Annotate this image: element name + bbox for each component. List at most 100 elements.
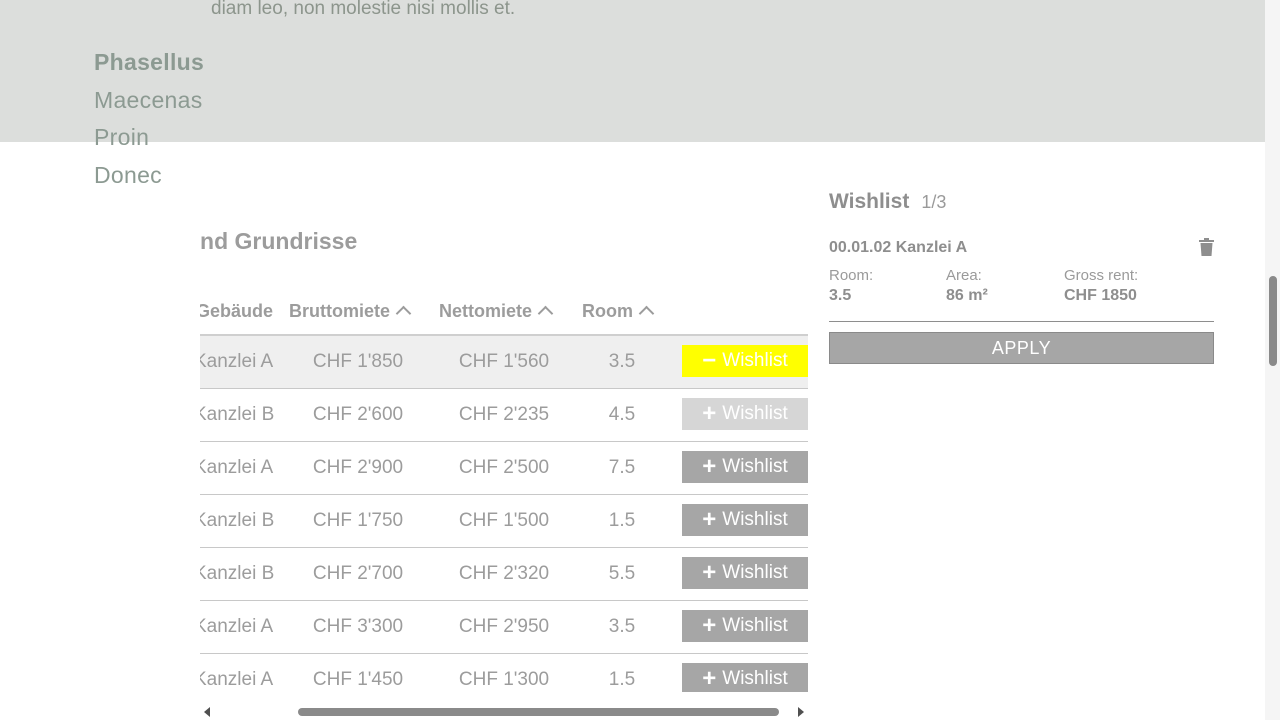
remove-from-wishlist-button[interactable]: − Wishlist (682, 345, 808, 377)
cell-bruttomiete: CHF 2'600 (312, 404, 404, 425)
wishlist-item-title: 00.01.02 Kanzlei A (829, 239, 968, 256)
table-row[interactable]: Kanzlei A CHF 1'850 CHF 1'560 3.5 − Wish… (200, 336, 808, 389)
cell-nettomiete: CHF 1'560 (458, 351, 550, 372)
nav-item-phasellus[interactable]: Phasellus (94, 44, 204, 82)
cell-bruttomiete: CHF 1'750 (312, 510, 404, 531)
add-to-wishlist-button[interactable]: + Wishlist (682, 451, 808, 483)
intro-text: diam leo, non molestie nisi mollis et. (211, 0, 516, 19)
cell-nettomiete: CHF 2'235 (458, 404, 550, 425)
cell-room: 3.5 (608, 616, 636, 637)
cell-room: 1.5 (608, 510, 636, 531)
cell-nettomiete: CHF 2'320 (458, 563, 550, 584)
wishlist-count: 1/3 (921, 192, 947, 212)
area-value: 86 m² (946, 287, 988, 304)
cell-building: Kanzlei A (200, 616, 274, 637)
table-row[interactable]: Kanzlei B CHF 2'700 CHF 2'320 5.5 + Wish… (200, 548, 808, 601)
wishlist-header: Wishlist 1/3 (829, 190, 1214, 214)
plus-icon: + (702, 665, 717, 692)
units-table[interactable]: Gebäude Bruttomiete Nettomiete Room Kanz… (200, 292, 808, 692)
col-header-nettomiete[interactable]: Nettomiete (439, 301, 554, 322)
add-to-wishlist-button[interactable]: + Wishlist (682, 398, 808, 430)
chevron-up-icon (395, 305, 412, 322)
wishlist-button-label: Wishlist (722, 350, 788, 371)
table-row[interactable]: Kanzlei A CHF 3'300 CHF 2'950 3.5 + Wish… (200, 601, 808, 654)
col-header-room-label: Room (582, 301, 633, 321)
wishlist-area-field: Area: 86 m² (946, 267, 988, 305)
cell-room: 5.5 (608, 563, 636, 584)
cell-bruttomiete: CHF 2'700 (312, 563, 404, 584)
add-to-wishlist-button[interactable]: + Wishlist (682, 557, 808, 589)
wishlist-panel: Wishlist 1/3 00.01.02 Kanzlei A Room: 3.5… (829, 190, 1214, 364)
chevron-up-icon (638, 305, 655, 322)
cell-nettomiete: CHF 1'500 (458, 510, 550, 531)
rent-label: Gross rent: (1064, 267, 1139, 284)
col-header-gebaeude-label: Gebäude (200, 301, 274, 321)
scroll-right-icon[interactable] (798, 707, 804, 717)
add-to-wishlist-button[interactable]: + Wishlist (682, 504, 808, 536)
plus-icon: + (702, 506, 717, 533)
rent-value: CHF 1850 (1064, 287, 1137, 304)
table-horizontal-scrollbar[interactable] (200, 704, 808, 720)
cell-building: Kanzlei A (200, 351, 274, 372)
table-row[interactable]: Kanzlei B CHF 2'600 CHF 2'235 4.5 + Wish… (200, 389, 808, 442)
apply-button[interactable]: APPLY (829, 332, 1214, 364)
wishlist-rent-field: Gross rent: CHF 1850 (1064, 267, 1138, 305)
plus-icon: + (702, 559, 717, 586)
cell-nettomiete: CHF 2'500 (458, 457, 550, 478)
table-row[interactable]: Kanzlei A CHF 1'450 CHF 1'300 1.5 + Wish… (200, 654, 808, 692)
table-row[interactable]: Kanzlei A CHF 2'900 CHF 2'500 7.5 + Wish… (200, 442, 808, 495)
cell-building: Kanzlei A (200, 669, 274, 690)
nav-item-donec[interactable]: Donec (94, 157, 204, 195)
wishlist-button-label: Wishlist (722, 668, 788, 689)
room-label: Room: (829, 267, 874, 284)
scroll-left-icon[interactable] (204, 707, 210, 717)
col-header-bruttomiete[interactable]: Bruttomiete (289, 301, 412, 322)
cell-building: Kanzlei B (200, 510, 275, 531)
wishlist-button-label: Wishlist (722, 403, 788, 424)
cell-building: Kanzlei A (200, 457, 274, 478)
cell-bruttomiete: CHF 1'850 (312, 351, 404, 372)
nav-list: Phasellus Maecenas Proin Donec (94, 44, 204, 194)
add-to-wishlist-button[interactable]: + Wishlist (682, 610, 808, 642)
table-row[interactable]: Kanzlei B CHF 1'750 CHF 1'500 1.5 + Wish… (200, 495, 808, 548)
plus-icon: + (702, 612, 717, 639)
table-header: Gebäude Bruttomiete Nettomiete Room (200, 292, 808, 336)
area-label: Area: (946, 267, 982, 284)
wishlist-room-field: Room: 3.5 (829, 267, 873, 305)
cell-bruttomiete: CHF 2'900 (312, 457, 404, 478)
wishlist-title: Wishlist (829, 190, 910, 213)
cell-building: Kanzlei B (200, 563, 275, 584)
cell-room: 7.5 (608, 457, 636, 478)
col-header-nettomiete-label: Nettomiete (439, 301, 533, 321)
col-header-room[interactable]: Room (582, 301, 655, 322)
nav-item-maecenas[interactable]: Maecenas (94, 82, 204, 120)
plus-icon: + (702, 400, 717, 427)
cell-nettomiete: CHF 2'950 (458, 616, 550, 637)
col-header-gebaeude[interactable]: Gebäude (200, 301, 273, 322)
scrollbar-thumb[interactable] (1269, 276, 1277, 366)
trash-icon[interactable] (1199, 238, 1214, 256)
plus-icon: + (702, 453, 717, 480)
wishlist-button-label: Wishlist (722, 615, 788, 636)
section-title: und Grundrisse (200, 228, 500, 255)
chevron-up-icon (537, 305, 554, 322)
cell-room: 1.5 (608, 669, 636, 690)
wishlist-button-label: Wishlist (722, 456, 788, 477)
wishlist-button-label: Wishlist (722, 509, 788, 530)
cell-bruttomiete: CHF 3'300 (312, 616, 404, 637)
minus-icon: − (702, 347, 717, 374)
nav-item-proin[interactable]: Proin (94, 119, 204, 157)
cell-nettomiete: CHF 1'300 (458, 669, 550, 690)
page-vertical-scrollbar[interactable] (1265, 0, 1280, 720)
scrollbar-thumb[interactable] (298, 708, 779, 716)
add-to-wishlist-button[interactable]: + Wishlist (682, 663, 808, 692)
col-header-bruttomiete-label: Bruttomiete (289, 301, 391, 321)
wishlist-button-label: Wishlist (722, 562, 788, 583)
room-value: 3.5 (829, 287, 852, 304)
section-title-text: und Grundrisse (200, 228, 358, 254)
wishlist-item-details: Room: 3.5 Area: 86 m² Gross rent: CHF 18… (829, 267, 1214, 322)
cell-room: 4.5 (608, 404, 636, 425)
cell-building: Kanzlei B (200, 404, 275, 425)
cell-room: 3.5 (608, 351, 636, 372)
cell-bruttomiete: CHF 1'450 (312, 669, 404, 690)
